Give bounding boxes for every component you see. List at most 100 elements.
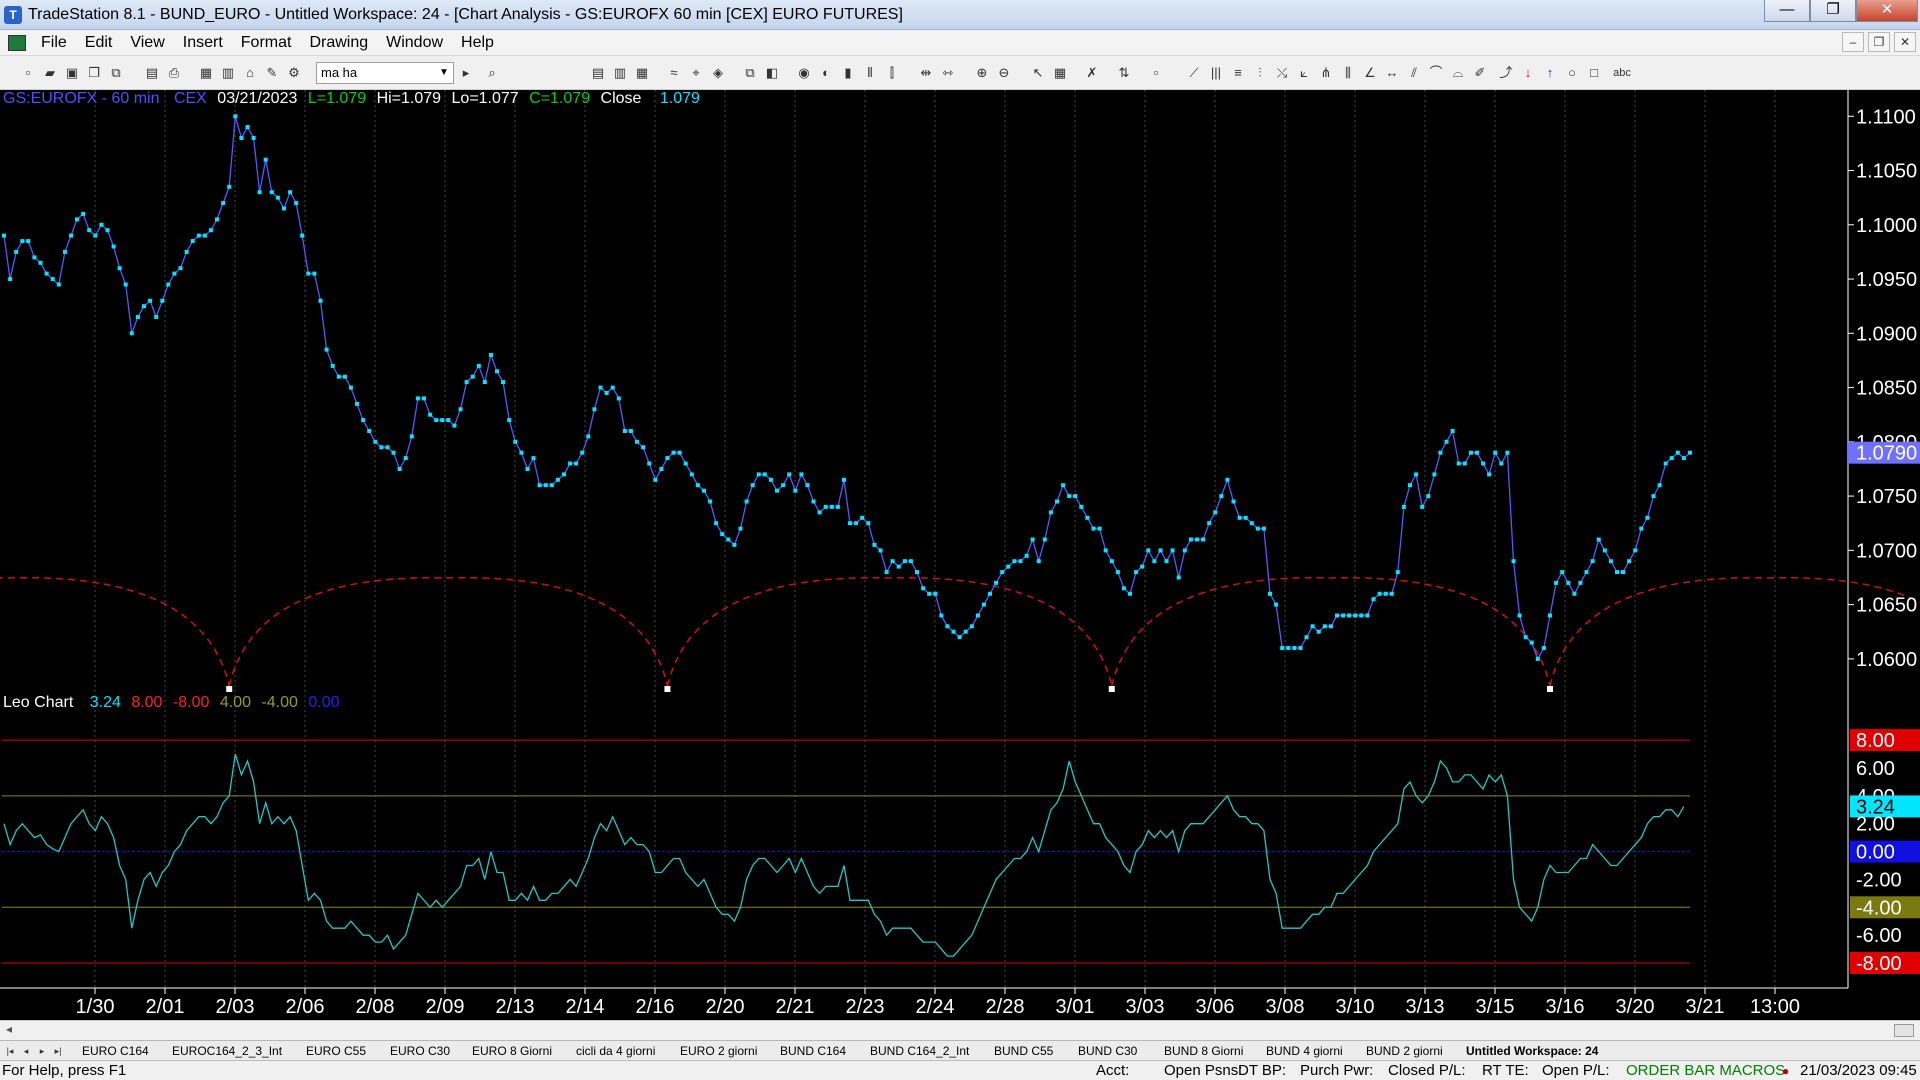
tab-euro-8-giorni[interactable]: EURO 8 Giorni [472,1043,552,1060]
close-button[interactable]: ✕ [1856,0,1918,22]
format-window-icon[interactable]: ▦ [198,65,214,81]
angle-icon[interactable]: ∠ [1362,65,1378,81]
lock-icon[interactable]: ⌂ [242,65,258,81]
up-arrow-icon[interactable]: ↑ [1542,65,1558,81]
scrollbar-thumb[interactable] [1894,1024,1914,1037]
tab-first-icon[interactable]: |◂ [4,1044,16,1058]
channel-icon[interactable]: ⫽ [1406,65,1422,81]
arc-icon[interactable]: ⌒ [1428,65,1444,81]
chart-tool-8-icon[interactable]: ▮ [840,65,856,81]
down-arrow-icon[interactable]: ↓ [1520,65,1536,81]
indicator-icon[interactable]: ⚙ [286,65,302,81]
expand-bars-icon[interactable]: ⇿ [940,65,956,81]
zoom-in-icon[interactable]: ⊕ [974,65,990,81]
tab-euro-2-giorni[interactable]: EURO 2 giorni [680,1043,757,1060]
fib-icon[interactable]: ⫶ [1252,65,1268,81]
menu-view[interactable]: View [121,34,173,52]
menu-format[interactable]: Format [232,34,301,52]
print-icon[interactable]: ⎙ [166,65,182,81]
tab-next-icon[interactable]: ▸ [36,1044,48,1058]
tab-bund-c164-2-int[interactable]: BUND C164_2_Int [870,1043,969,1060]
doc-restore-button[interactable]: ❐ [1868,32,1890,52]
tab-euro-c55[interactable]: EURO C55 [306,1043,366,1060]
chart-canvas[interactable]: 1.06001.06501.07001.07501.08001.08501.09… [0,90,1920,1020]
menu-help[interactable]: Help [452,34,503,52]
copy-icon[interactable]: ⧉ [108,65,124,81]
tab-bund-4-giorni[interactable]: BUND 4 giorni [1266,1043,1343,1060]
doc-close-button[interactable]: ✕ [1894,32,1916,52]
tab-bund-c30[interactable]: BUND C30 [1078,1043,1137,1060]
format-data-icon[interactable]: ▥ [220,65,236,81]
zoom-out-icon[interactable]: ⊖ [996,65,1012,81]
chart-tool-6-icon[interactable]: ◉ [796,65,812,81]
tab-cicli-da-4-giorni[interactable]: cicli da 4 giorni [576,1043,655,1060]
minimize-button[interactable]: — [1764,0,1810,22]
new-window-icon[interactable]: ❐ [86,65,102,81]
compress-bars-icon[interactable]: ⇹ [918,65,934,81]
symbol-lookup-icon[interactable]: ⌕ [484,65,500,81]
menu-drawing[interactable]: Drawing [300,34,377,52]
new-icon[interactable]: ▫ [20,65,36,81]
curve-icon[interactable]: ⤴ [1498,65,1514,81]
order-bar-macros[interactable]: ORDER BAR MACROS [1626,1062,1785,1079]
tab-last-icon[interactable]: ▸| [52,1044,64,1058]
fib-lines-icon[interactable]: ⫼ [1340,65,1356,81]
arrow-left-right-icon[interactable]: ↔ [1384,65,1400,81]
chart-tool-3-icon[interactable]: ◈ [710,65,726,81]
tab-bund-2-giorni[interactable]: BUND 2 giorni [1366,1043,1443,1060]
andrews-pitchfork-icon[interactable]: ⋔ [1318,65,1334,81]
chart-tool-4-icon[interactable]: ⧉ [742,65,758,81]
horizontal-scrollbar[interactable]: ◂ [0,1020,1920,1040]
chevron-down-icon[interactable]: ▼ [437,63,451,83]
cycle-icon[interactable]: ⌓ [1450,65,1466,81]
scroll-left-icon[interactable]: ◂ [6,1022,12,1036]
time-tick-label: 3/03 [1126,996,1165,1018]
tab-euroc164-2-3-int[interactable]: EUROC164_2_3_Int [172,1043,282,1060]
maximize-button[interactable]: ❐ [1810,0,1856,22]
menu-insert[interactable]: Insert [174,34,232,52]
chart-tool-7-icon[interactable]: ◐ [818,65,834,81]
tab-untitled-workspace-24[interactable]: Untitled Workspace: 24 [1466,1043,1598,1060]
gann-fan-icon[interactable]: ⟀ [1296,65,1312,81]
tab-euro-c30[interactable]: EURO C30 [390,1043,450,1060]
save-icon[interactable]: ▣ [64,65,80,81]
chart-tool-9-icon[interactable]: ⫴ [862,65,878,81]
tools-icon[interactable]: ✗ [1084,65,1100,81]
pencil-icon[interactable]: ✐ [1472,65,1488,81]
chart-tool-2-icon[interactable]: ⌖ [688,65,704,81]
tab-bund-8-giorni[interactable]: BUND 8 Giorni [1164,1043,1243,1060]
tab-prev-icon[interactable]: ◂ [20,1044,32,1058]
go-arrow-icon[interactable]: ▸ [458,65,474,81]
strategy-icon[interactable]: ✎ [264,65,280,81]
menu-edit[interactable]: Edit [76,34,122,52]
ellipse-icon[interactable]: ○ [1564,65,1580,81]
window-layout-2-icon[interactable]: ▥ [612,65,628,81]
text-tool-icon[interactable]: abc [1610,65,1634,81]
menu-file[interactable]: File [32,34,76,52]
chart-analysis-window[interactable]: 1.06001.06501.07001.07501.08001.08501.09… [0,90,1920,1020]
print-preview-icon[interactable]: ▤ [144,65,160,81]
doc-minimize-button[interactable]: – [1842,32,1864,52]
pointer-icon[interactable]: ↖ [1030,65,1046,81]
transfer-icon[interactable]: ⇅ [1116,65,1132,81]
trendline-icon[interactable]: ⟋ [1186,65,1202,81]
tab-bund-c55[interactable]: BUND C55 [994,1043,1053,1060]
vertical-lines-icon[interactable]: ||| [1208,65,1224,81]
chart-tool-10-icon[interactable]: ⫿ [884,65,900,81]
tradestation-app-icon[interactable]: T [4,5,22,24]
menu-window[interactable]: Window [377,34,452,52]
tab-euro-c164[interactable]: EURO C164 [82,1043,149,1060]
disabled-tool-icon[interactable]: ▫ [1148,65,1164,81]
speedline-icon[interactable]: ⤯ [1274,65,1290,81]
tab-bund-c164[interactable]: BUND C164 [780,1043,846,1060]
horizontal-lines-icon[interactable]: ≡ [1230,65,1246,81]
chart-document-icon[interactable] [8,34,26,51]
chart-tool-5-icon[interactable]: ◧ [764,65,780,81]
symbol-input[interactable]: ma ha ▼ [316,62,454,84]
window-layout-1-icon[interactable]: ▤ [590,65,606,81]
rectangle-icon[interactable]: □ [1586,65,1602,81]
window-layout-3-icon[interactable]: ▦ [634,65,650,81]
open-folder-icon[interactable]: ▰ [42,65,58,81]
data-tip-icon[interactable]: ▦ [1052,65,1068,81]
chart-tool-1-icon[interactable]: ≈ [666,65,682,81]
